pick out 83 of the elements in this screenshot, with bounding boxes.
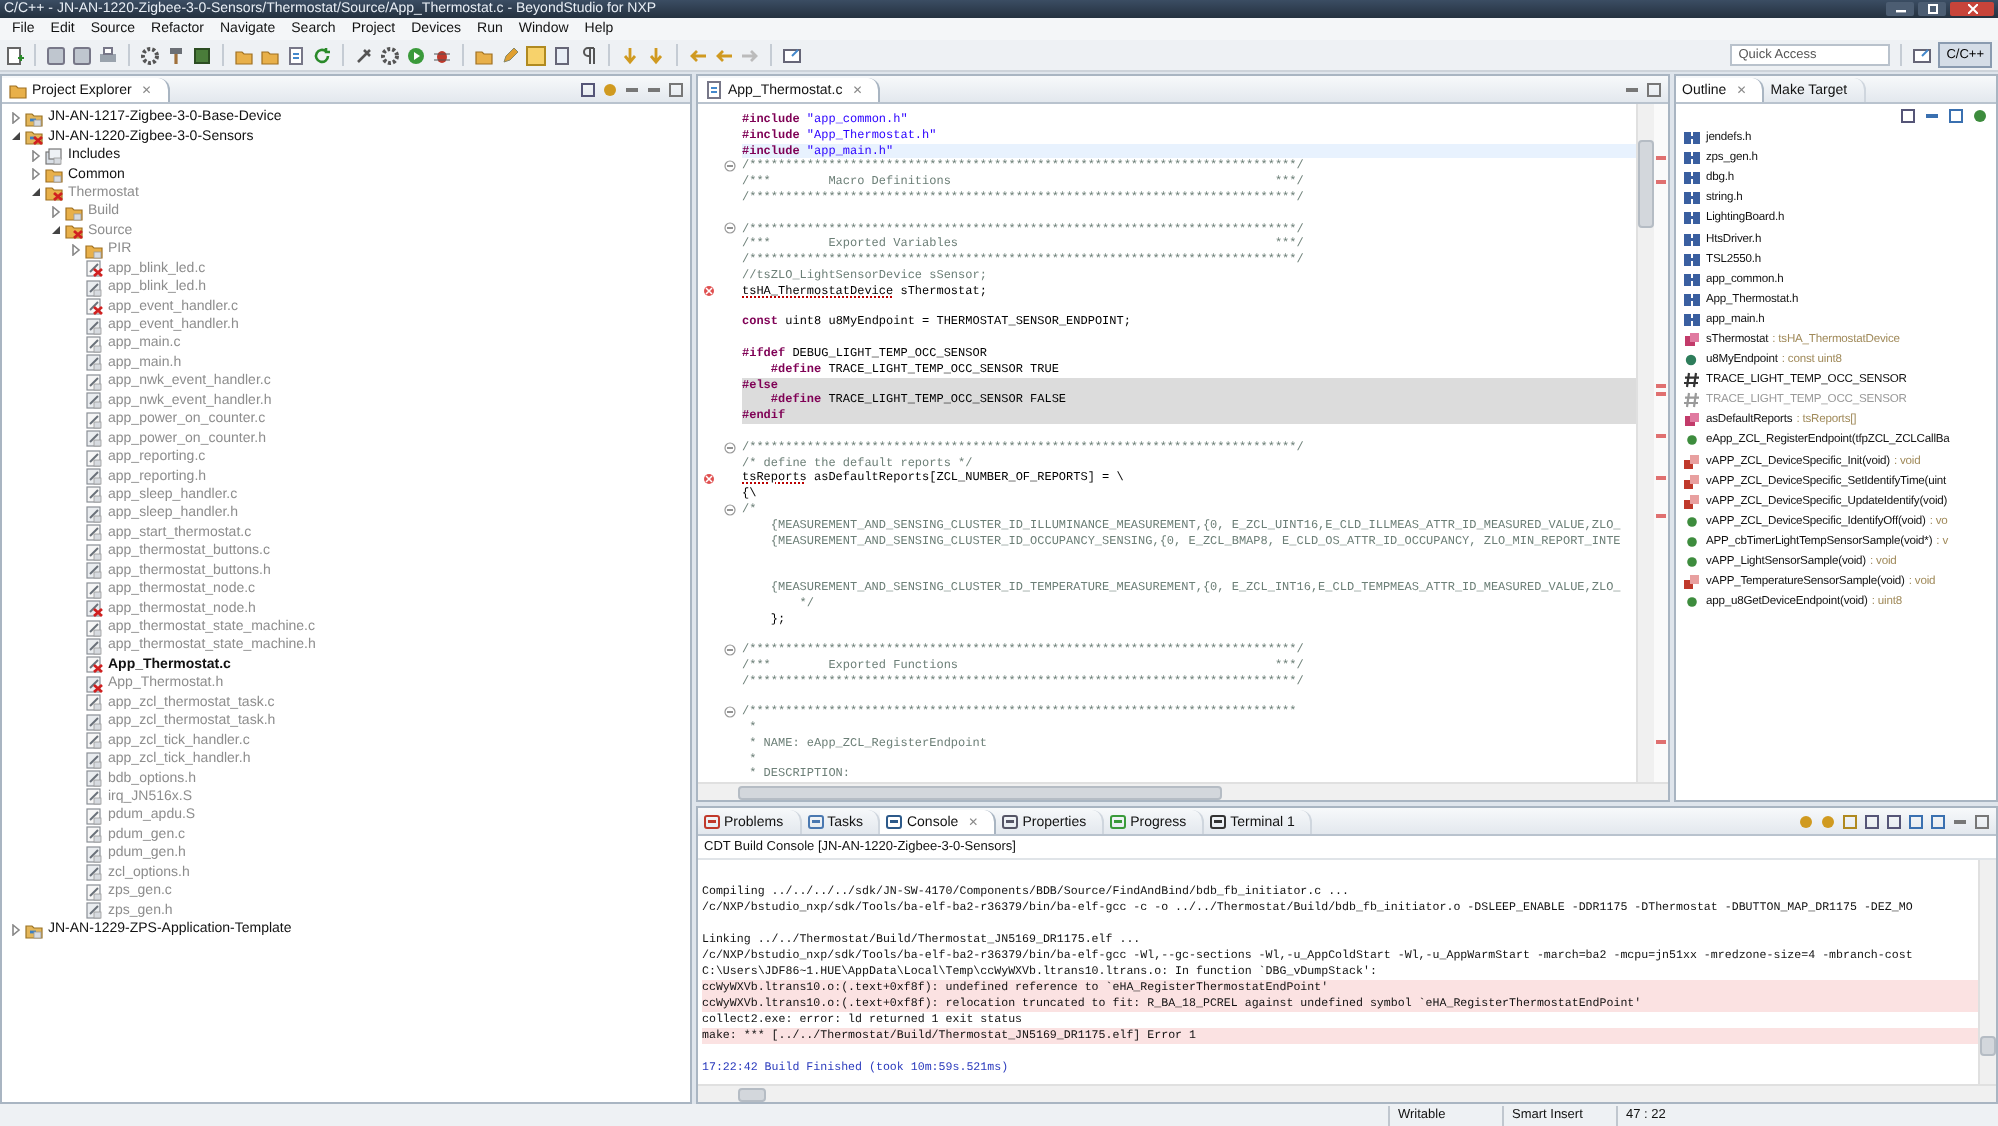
maximize-icon[interactable] bbox=[1974, 814, 1990, 830]
minimize-icon[interactable] bbox=[646, 82, 662, 98]
minimize-icon[interactable] bbox=[1952, 814, 1968, 830]
include-icon bbox=[1682, 148, 1702, 169]
hammer-icon[interactable] bbox=[166, 45, 186, 65]
maximize-icon[interactable] bbox=[668, 82, 684, 98]
list-icon bbox=[1002, 814, 1019, 830]
fold-toggle[interactable] bbox=[724, 643, 736, 656]
include-icon bbox=[1682, 289, 1702, 310]
dot-icon bbox=[1682, 430, 1702, 451]
vertical-scrollbar[interactable] bbox=[1636, 104, 1654, 782]
minimize-button[interactable] bbox=[1886, 1, 1914, 15]
hash-icon bbox=[1682, 370, 1702, 391]
collapse-toggle[interactable] bbox=[48, 222, 64, 239]
maximize-icon[interactable] bbox=[1646, 82, 1662, 98]
close-icon bbox=[1967, 3, 1977, 13]
maximize-button[interactable] bbox=[1918, 1, 1946, 15]
progress-icon bbox=[1110, 814, 1127, 830]
box-icon[interactable] bbox=[192, 45, 212, 65]
expand-toggle[interactable] bbox=[28, 147, 44, 164]
arrow-down-icon[interactable] bbox=[620, 45, 640, 65]
cube-icon bbox=[1682, 410, 1702, 431]
fold-toggle[interactable] bbox=[724, 222, 736, 235]
dot-icon bbox=[1682, 511, 1702, 532]
expand-toggle[interactable] bbox=[8, 921, 24, 938]
close-button[interactable] bbox=[1950, 1, 1994, 15]
dot-icon bbox=[1682, 531, 1702, 552]
file-icon[interactable] bbox=[286, 45, 306, 65]
dot-icon bbox=[1682, 552, 1702, 573]
include-icon bbox=[1682, 249, 1702, 270]
collapse-toggle[interactable] bbox=[8, 128, 24, 145]
include-icon bbox=[1682, 128, 1702, 149]
debug-icon[interactable] bbox=[432, 45, 452, 65]
document-icon[interactable] bbox=[552, 45, 572, 65]
include-icon bbox=[1682, 269, 1702, 290]
new-file-icon[interactable] bbox=[4, 45, 24, 65]
maximize-icon bbox=[1927, 3, 1937, 13]
folder-icon[interactable] bbox=[8, 80, 28, 100]
gear-icon[interactable] bbox=[140, 45, 160, 65]
horizontal-scrollbar[interactable] bbox=[698, 1084, 1996, 1102]
checklist-icon bbox=[807, 814, 824, 830]
dot-icon bbox=[1682, 350, 1702, 371]
include-icon bbox=[1682, 168, 1702, 189]
file-icon[interactable] bbox=[704, 80, 724, 100]
include-icon bbox=[1682, 309, 1702, 330]
folder-icon[interactable] bbox=[474, 45, 494, 65]
monitor-icon bbox=[886, 814, 903, 830]
expand-toggle[interactable] bbox=[48, 203, 64, 220]
expand-toggle[interactable] bbox=[28, 166, 44, 183]
hash-icon bbox=[1682, 390, 1702, 411]
fold-toggle[interactable] bbox=[724, 503, 736, 516]
include-icon bbox=[1682, 229, 1702, 250]
arrow-left-icon[interactable] bbox=[688, 45, 708, 65]
cube-icon bbox=[1682, 451, 1702, 472]
cube-icon bbox=[1682, 572, 1702, 593]
expand-toggle[interactable] bbox=[68, 241, 84, 258]
terminal-icon bbox=[1210, 814, 1227, 830]
window-icon[interactable] bbox=[782, 45, 802, 65]
dot-icon bbox=[1682, 592, 1702, 613]
include-icon bbox=[1682, 208, 1702, 229]
collapse-toggle[interactable] bbox=[28, 184, 44, 201]
fold-toggle[interactable] bbox=[724, 706, 736, 719]
arrow-left-icon[interactable] bbox=[714, 45, 734, 65]
expand-toggle[interactable] bbox=[8, 109, 24, 126]
include-icon bbox=[1682, 188, 1702, 209]
fold-toggle[interactable] bbox=[724, 441, 736, 454]
fold-toggle[interactable] bbox=[724, 160, 736, 173]
cube-icon bbox=[1682, 491, 1702, 512]
refresh-icon[interactable] bbox=[312, 45, 332, 65]
horizontal-scrollbar[interactable] bbox=[698, 782, 1668, 800]
vertical-scrollbar[interactable] bbox=[1978, 860, 1996, 1084]
gear-icon[interactable] bbox=[380, 45, 400, 65]
window-icon[interactable] bbox=[1912, 45, 1933, 65]
play-icon[interactable] bbox=[406, 45, 426, 65]
minimize-icon[interactable] bbox=[1624, 82, 1640, 98]
printer-icon[interactable] bbox=[98, 45, 118, 65]
arrow-down-icon[interactable] bbox=[646, 45, 666, 65]
highlight-icon[interactable] bbox=[526, 45, 546, 65]
cube-icon bbox=[1682, 329, 1702, 350]
cube-icon bbox=[1682, 471, 1702, 492]
pen-icon[interactable] bbox=[500, 45, 520, 65]
pilcrow-icon[interactable] bbox=[578, 45, 598, 65]
warning-icon bbox=[704, 814, 720, 830]
